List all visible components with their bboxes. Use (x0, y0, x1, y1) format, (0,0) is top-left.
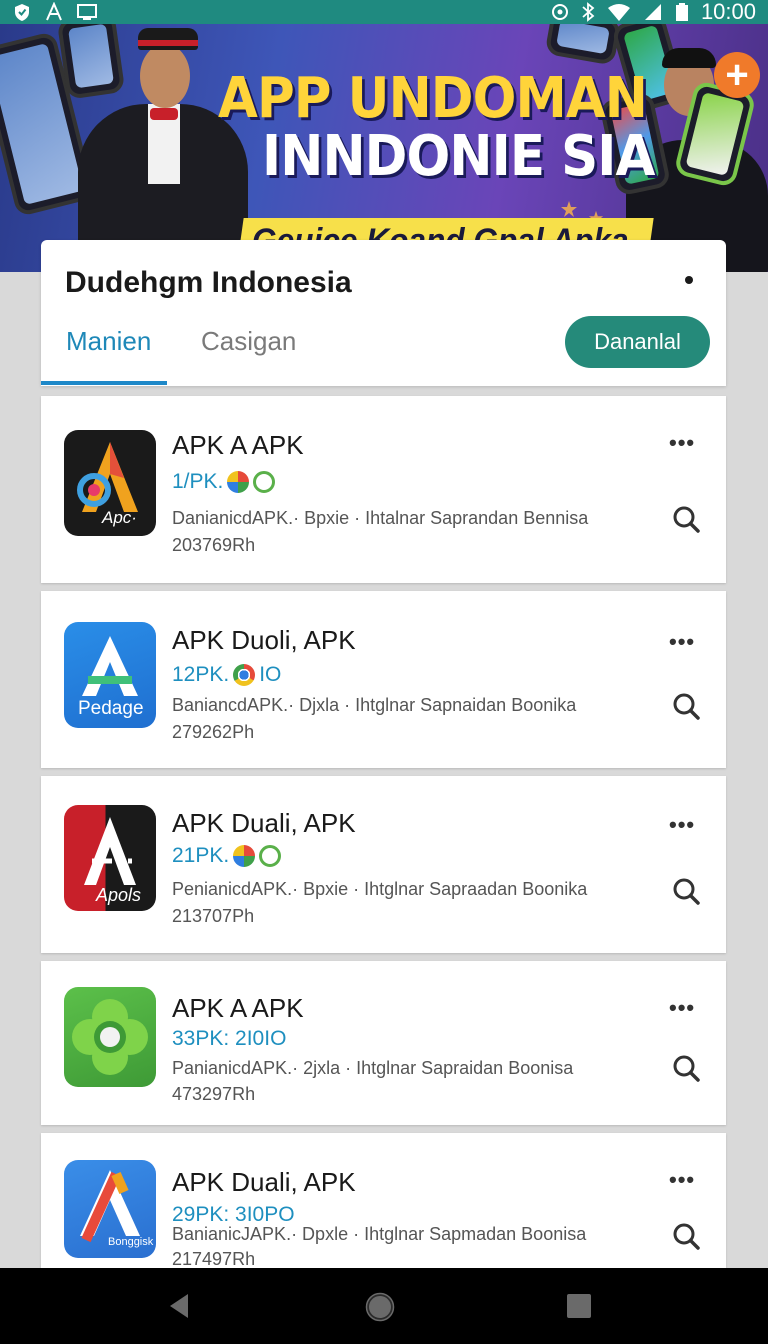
chrome-badge-icon (233, 664, 256, 686)
app-icon-label: Apc· (102, 508, 137, 527)
promo-banner[interactable]: APP UNDOMAN INNDONIE SIA Geuice Koand Gp… (0, 24, 768, 272)
home-icon[interactable] (365, 1292, 395, 1322)
search-icon[interactable] (671, 504, 701, 534)
back-icon[interactable] (166, 1292, 192, 1320)
multicolor-badge-icon (227, 471, 250, 493)
app-description: BaniancdAPK.· Djxla · Ihtglnar Sapnaidan… (172, 695, 577, 715)
app-name[interactable]: APK Duali, APK (172, 1167, 356, 1198)
app-name[interactable]: APK Duoli, APK (172, 625, 356, 656)
app-size: 213707Ph (172, 906, 255, 926)
apc-app-icon[interactable]: Apc· (64, 430, 156, 536)
search-icon[interactable] (671, 691, 701, 721)
app-name[interactable]: APK A APK (172, 993, 304, 1024)
tab-manien[interactable]: Manien (66, 326, 151, 357)
system-nav-bar (0, 1268, 768, 1344)
more-options-icon[interactable]: ••• (669, 995, 695, 1021)
app-icon-label: Bonggisk (108, 1236, 154, 1248)
green-badge-icon (253, 471, 276, 493)
pedage-app-icon[interactable]: Pedage (64, 622, 156, 728)
bonggisk-app-icon[interactable]: Bonggisk (64, 1160, 156, 1258)
app-meta: 33PK: 2I0IO (172, 1027, 286, 1051)
app-description: PenianicdAPK.· Bpxie · Ihtglnar Sapraada… (172, 879, 588, 899)
green-badge-icon (259, 845, 282, 867)
apols-app-icon[interactable]: Apols (64, 805, 156, 911)
man-hair (662, 48, 716, 68)
phone-illustration-right-top (544, 24, 622, 66)
app-description: PanianicdAPK.· 2jxla · Ihtglnar Sapraida… (172, 1058, 574, 1078)
battery-icon (675, 3, 688, 21)
wifi-icon (607, 4, 630, 21)
app-meta-text: 21PK. (172, 844, 230, 867)
shield-icon (15, 4, 29, 21)
app-size: 473297Rh (172, 1084, 256, 1104)
app-size: 279262Ph (172, 722, 255, 742)
search-icon[interactable] (671, 1221, 701, 1251)
status-bar-right: 10:00 (551, 0, 756, 25)
app-list-item[interactable]: Bonggisk APK Duali, APK 29PK: 3I0PO Bani… (41, 1133, 726, 1268)
app-meta-tail: IO (259, 663, 282, 686)
signal-icon (644, 4, 661, 20)
active-tab-indicator (41, 381, 167, 385)
recents-icon[interactable] (566, 1292, 592, 1320)
star-icon (561, 201, 577, 217)
store-header: Dudehgm Indonesia Manien Casigan Dananla… (41, 240, 726, 386)
banner-title-line2: INNDONIE SIA (262, 124, 655, 189)
green-flower-app-icon[interactable] (64, 987, 156, 1087)
clock: 10:00 (700, 0, 756, 24)
app-size: 203769Rh (172, 535, 256, 555)
tv-icon (77, 4, 97, 20)
search-icon[interactable] (671, 876, 701, 906)
search-icon[interactable] (671, 1053, 701, 1083)
font-icon (46, 2, 62, 21)
overflow-menu-icon[interactable] (685, 276, 693, 284)
app-icon-label: Apols (96, 885, 142, 905)
download-button[interactable]: Dananlal (565, 316, 710, 368)
app-meta-text: 33PK: 2I0IO (172, 1027, 287, 1050)
app-name[interactable]: APK A APK (172, 430, 304, 461)
porter-head (140, 44, 190, 108)
porter-cap (138, 28, 198, 50)
app-description: DanianicdAPK.· Bpxie · Ihtalnar Sapranda… (172, 508, 589, 528)
app-name[interactable]: APK Duali, APK (172, 808, 356, 839)
app-meta-text: 1/PK. (172, 470, 224, 493)
app-list-item[interactable]: Apc· APK A APK 1/PK. DanianicdAPK.· Bpxi… (41, 396, 726, 583)
flower-icon (72, 999, 148, 1075)
app-size: 217497Rh (172, 1249, 256, 1268)
app-meta: 12PK. IO (172, 663, 281, 687)
app-list-item[interactable]: Apols APK Duali, APK 21PK. PenianicdAPK.… (41, 776, 726, 953)
banner-title-line1: APP UNDOMAN (218, 66, 648, 131)
multicolor-badge-icon (233, 845, 256, 867)
more-options-icon[interactable]: ••• (669, 812, 695, 838)
more-options-icon[interactable]: ••• (669, 1167, 695, 1193)
location-icon (551, 4, 568, 20)
app-meta-text: 12PK. (172, 663, 230, 686)
app-list-item[interactable]: Pedage APK Duoli, APK 12PK. IO BaniancdA… (41, 591, 726, 768)
bluetooth-icon (582, 2, 595, 22)
app-icon-label: Pedage (78, 698, 144, 719)
tab-casigan[interactable]: Casigan (201, 326, 296, 357)
app-meta: 1/PK. (172, 470, 276, 494)
app-list-item[interactable]: APK A APK 33PK: 2I0IO PanianicdAPK.· 2jx… (41, 961, 726, 1125)
status-bar: 10:00 (0, 0, 768, 24)
app-description: BanianicJAPK.· Dpxle · Ihtglnar Sapmadan… (172, 1224, 587, 1244)
phone-illustration-left-top (56, 24, 126, 100)
status-bar-left (12, 2, 98, 22)
more-options-icon[interactable]: ••• (669, 629, 695, 655)
plus-icon[interactable]: + (714, 52, 760, 98)
page-title: Dudehgm Indonesia (65, 266, 352, 299)
more-options-icon[interactable]: ••• (669, 430, 695, 456)
app-meta: 21PK. (172, 844, 282, 868)
